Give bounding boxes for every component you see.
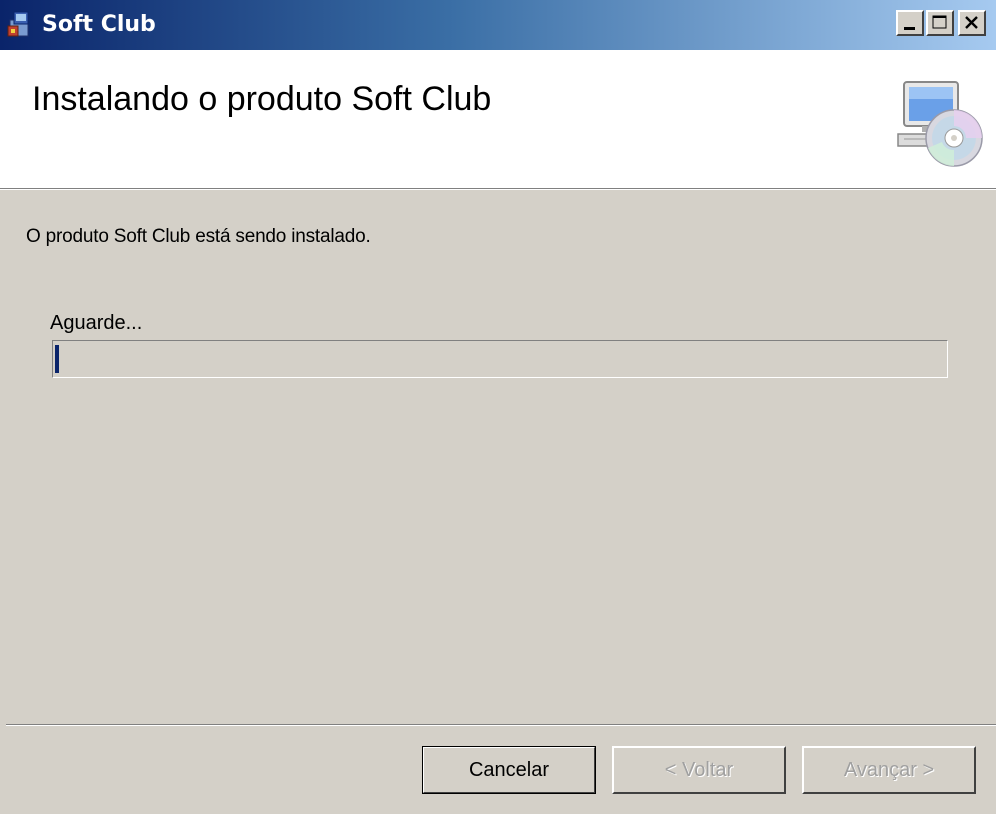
progress-bar: [52, 340, 948, 378]
installer-window: Soft Club Instalando o produto Soft Club: [0, 0, 996, 814]
progress-label: Aguarde...: [50, 312, 143, 334]
header-separator: [0, 188, 996, 190]
status-message: O produto Soft Club está sendo instalado…: [26, 226, 371, 247]
cancel-button[interactable]: Cancelar: [422, 746, 596, 794]
computer-cd-icon: [897, 81, 983, 167]
minimize-button[interactable]: [896, 10, 924, 36]
maximize-button[interactable]: [926, 10, 954, 36]
close-button[interactable]: [958, 10, 986, 36]
close-icon: [965, 16, 978, 29]
back-button[interactable]: < Voltar: [612, 746, 786, 794]
title-bar[interactable]: Soft Club: [0, 0, 996, 50]
installer-app-icon: [7, 11, 29, 37]
maximize-icon: [932, 15, 947, 29]
header-banner: Instalando o produto Soft Club: [0, 50, 996, 188]
footer-separator: [6, 724, 996, 726]
next-button[interactable]: Avançar >: [802, 746, 976, 794]
progress-fill: [55, 345, 59, 373]
window-title: Soft Club: [42, 12, 156, 37]
minimize-icon: [904, 27, 915, 30]
page-title: Instalando o produto Soft Club: [32, 80, 492, 118]
